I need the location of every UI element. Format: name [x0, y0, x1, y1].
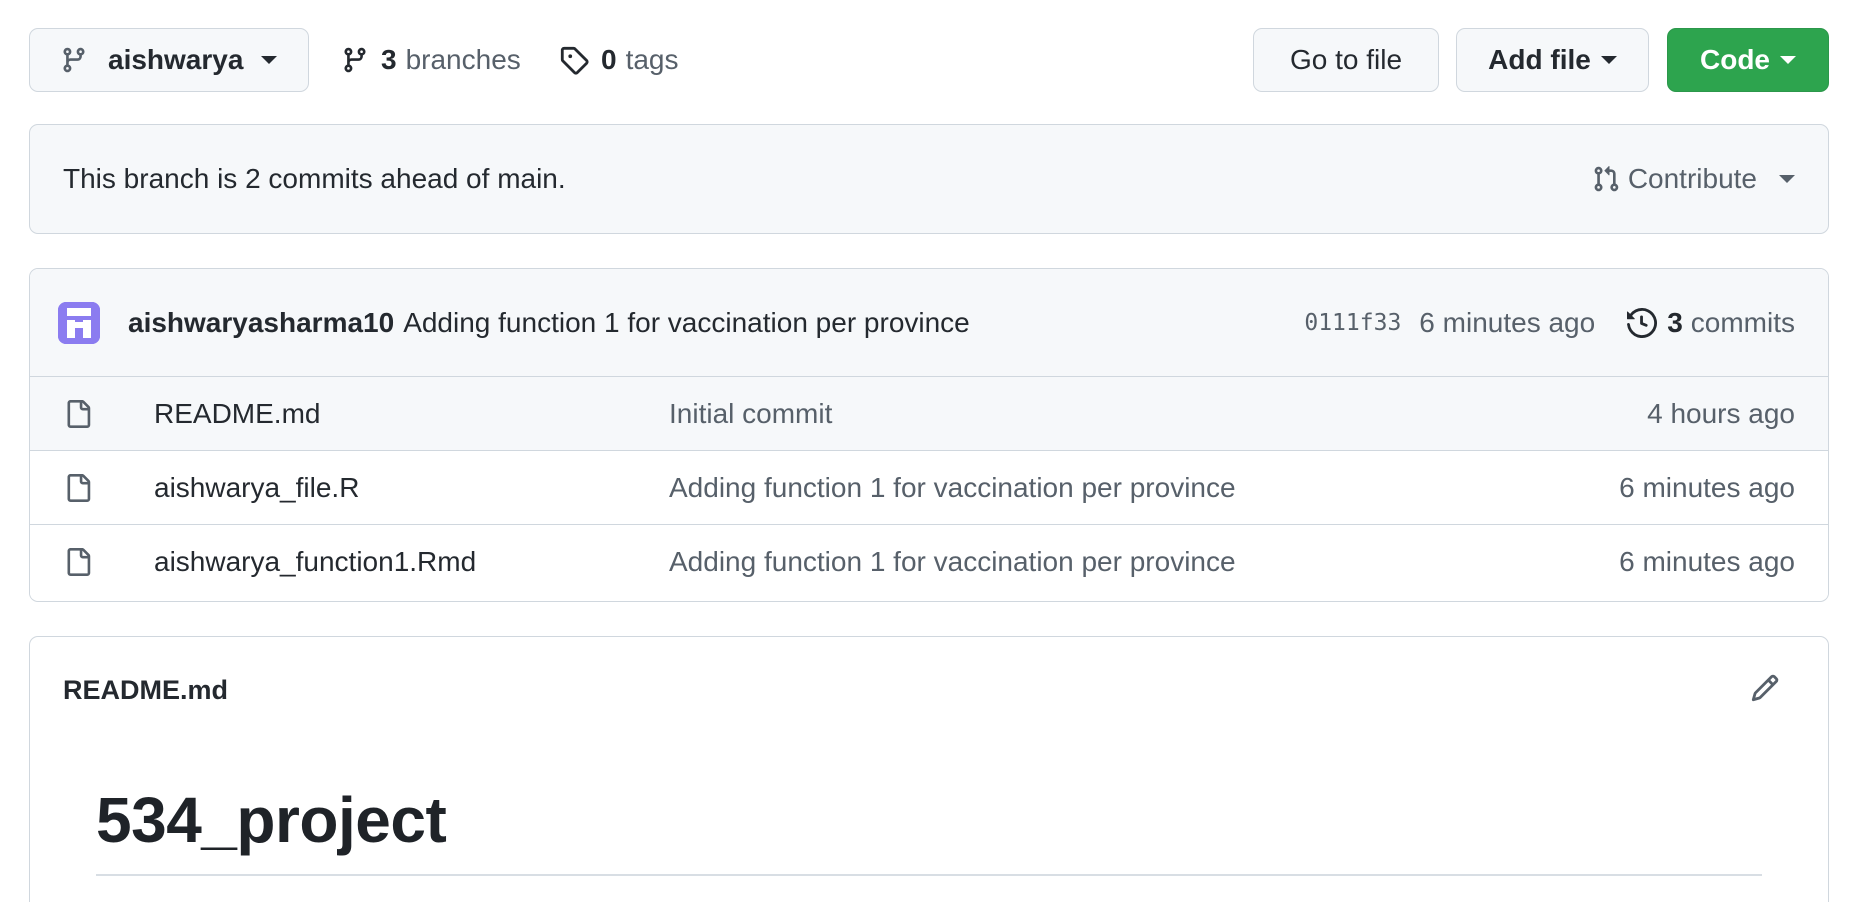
add-file-label: Add file [1488, 44, 1591, 75]
chevron-down-icon [1779, 175, 1795, 183]
file-icon [64, 399, 94, 429]
pencil-icon[interactable] [1750, 673, 1780, 708]
file-row[interactable]: aishwarya_function1.Rmd Adding function … [30, 525, 1828, 599]
file-row[interactable]: aishwarya_file.R Adding function 1 for v… [30, 451, 1828, 525]
file-name-link[interactable]: aishwarya_function1.Rmd [154, 546, 669, 578]
commits-count: 3 [1667, 306, 1683, 338]
file-commit-message-link[interactable]: Adding function 1 for vaccination per pr… [669, 472, 1236, 504]
go-to-file-button[interactable]: Go to file [1253, 28, 1439, 92]
file-list: aishwaryasharma10 Adding function 1 for … [29, 268, 1829, 602]
file-icon [64, 547, 94, 577]
commit-meta: 0111f33 6 minutes ago 3 commits [1304, 307, 1795, 339]
code-label: Code [1700, 44, 1770, 75]
branch-name: aishwarya [108, 44, 244, 75]
file-commit-time: 4 hours ago [1647, 397, 1795, 429]
readme-filename: README.md [63, 675, 229, 705]
commit-time: 6 minutes ago [1419, 306, 1596, 338]
heading-divider [96, 874, 1762, 876]
branches-count: 3 [381, 44, 397, 75]
commits-label: commits [1690, 306, 1795, 338]
code-button[interactable]: Code [1667, 28, 1829, 92]
branch-status-banner: This branch is 2 commits ahead of main. … [29, 124, 1829, 234]
add-file-button[interactable]: Add file [1456, 28, 1649, 92]
tags-count: 0 [601, 44, 617, 75]
file-commit-message-link[interactable]: Adding function 1 for vaccination per pr… [669, 546, 1236, 578]
commit-message-link[interactable]: Adding function 1 for vaccination per pr… [403, 307, 970, 339]
contribute-label: Contribute [1627, 163, 1757, 194]
latest-commit-row: aishwaryasharma10 Adding function 1 for … [30, 269, 1828, 377]
chevron-down-icon [1600, 56, 1617, 64]
branches-label: branches [405, 44, 521, 75]
chevron-down-icon [261, 56, 278, 64]
file-name-link[interactable]: aishwarya_file.R [154, 472, 669, 504]
file-commit-message-link[interactable]: Initial commit [669, 398, 832, 430]
branch-selector-button[interactable]: aishwarya [29, 28, 309, 92]
tag-icon [560, 46, 589, 75]
file-row[interactable]: README.md Initial commit 4 hours ago [30, 377, 1828, 451]
identicon-icon [58, 301, 100, 344]
tags-label: tags [625, 44, 679, 75]
file-name-link[interactable]: README.md [154, 398, 669, 430]
readme-panel: README.md 534_project [29, 636, 1829, 902]
commit-author-link[interactable]: aishwaryasharma10 [128, 307, 394, 339]
chevron-down-icon [1780, 56, 1796, 64]
file-commit-time: 6 minutes ago [1619, 471, 1795, 503]
file-icon [64, 473, 94, 503]
repo-toolbar: aishwarya 3 branches 0 tags Go to file A… [29, 28, 1829, 92]
readme-heading: 534_project [96, 784, 447, 856]
git-branch-icon [344, 47, 366, 73]
history-icon [1627, 307, 1658, 338]
go-to-file-label: Go to file [1289, 44, 1403, 75]
commits-history-link[interactable]: 3 commits [1627, 307, 1795, 339]
branch-status-message: This branch is 2 commits ahead of main. [63, 163, 566, 194]
git-branch-icon [63, 47, 85, 73]
branches-link[interactable]: 3 branches [341, 28, 521, 92]
git-pull-request-icon [1594, 166, 1619, 192]
contribute-button[interactable]: Contribute [1592, 163, 1795, 195]
file-commit-time: 6 minutes ago [1619, 546, 1795, 577]
tags-link[interactable]: 0 tags [559, 28, 679, 92]
avatar[interactable] [58, 301, 100, 344]
commit-sha-link[interactable]: 0111f33 [1304, 310, 1401, 336]
